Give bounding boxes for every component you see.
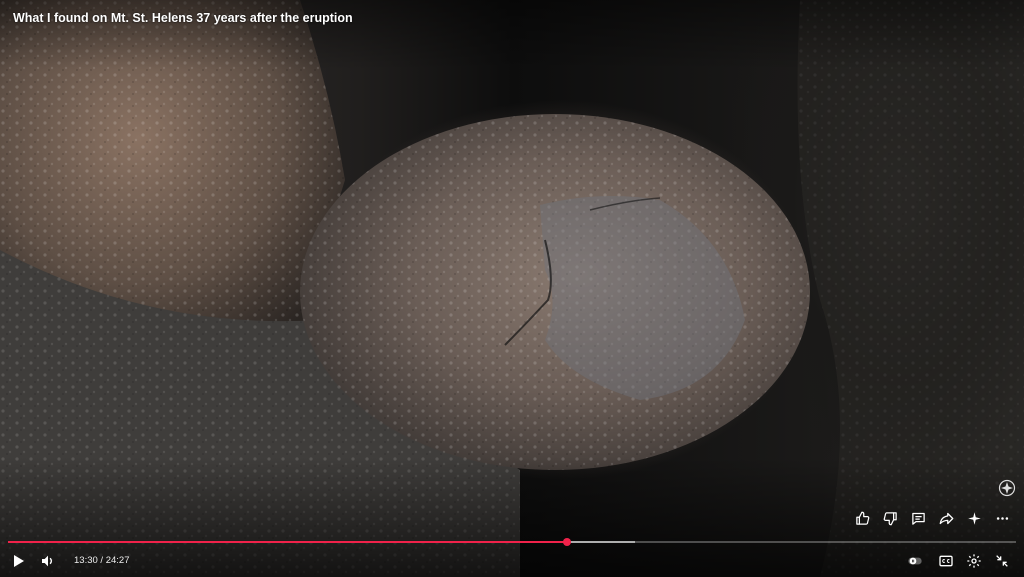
volume-button[interactable] — [38, 551, 58, 571]
exit-fullscreen-icon — [996, 555, 1008, 567]
like-button[interactable] — [852, 508, 872, 528]
volume-icon — [42, 555, 53, 567]
captions-icon — [939, 555, 953, 567]
time-separator: / — [97, 555, 106, 566]
autoplay-toggle[interactable] — [904, 551, 926, 571]
time-display: 13:30 / 24:27 — [74, 555, 129, 566]
control-bar: 13:30 / 24:27 — [0, 549, 1024, 573]
share-button[interactable] — [936, 508, 956, 528]
sparkle-icon — [967, 511, 981, 525]
gear-icon — [967, 554, 981, 568]
more-button[interactable] — [992, 508, 1012, 528]
comment-icon — [911, 512, 925, 525]
like-icon — [855, 511, 869, 525]
settings-button[interactable] — [964, 551, 984, 571]
progress-played — [8, 541, 568, 543]
play-icon — [14, 555, 24, 567]
channel-watermark-icon[interactable] — [998, 479, 1016, 497]
progress-bar[interactable] — [8, 538, 1016, 546]
play-button[interactable] — [8, 551, 28, 571]
fullscreen-button[interactable] — [992, 551, 1012, 571]
ask-button[interactable] — [964, 508, 984, 528]
share-icon — [939, 512, 953, 524]
captions-button[interactable] — [936, 551, 956, 571]
current-time: 13:30 — [74, 555, 98, 566]
comments-button[interactable] — [908, 508, 928, 528]
dislike-icon — [883, 511, 897, 525]
duration: 24:27 — [105, 555, 130, 566]
more-icon — [996, 516, 1008, 520]
autoplay-toggle-icon — [908, 557, 922, 565]
dislike-button[interactable] — [880, 508, 900, 528]
video-title[interactable]: What I found on Mt. St. Helens 37 years … — [13, 11, 353, 25]
action-bar — [852, 508, 1012, 528]
